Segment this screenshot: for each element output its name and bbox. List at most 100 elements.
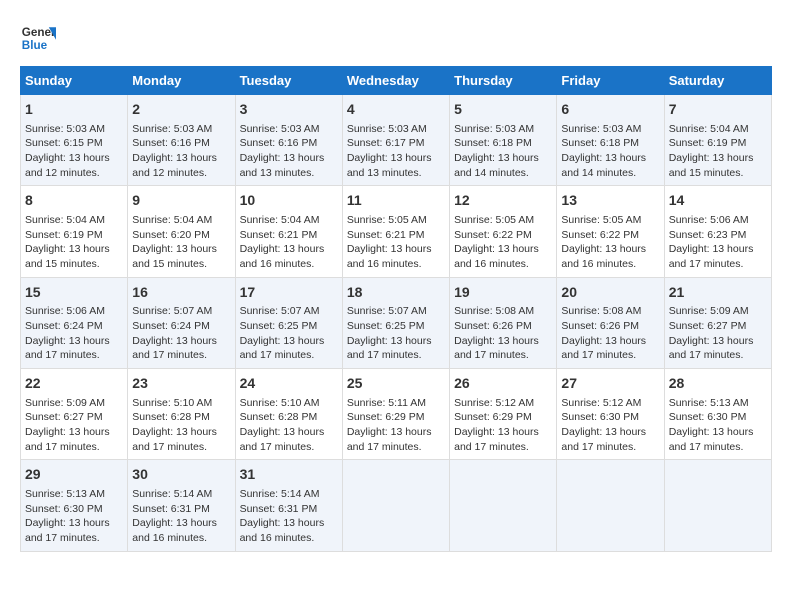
daylight-info: Daylight: 13 hours (347, 335, 432, 347)
sunrise-info: Sunrise: 5:04 AM (132, 214, 212, 226)
sunset-info: Sunset: 6:25 PM (240, 320, 318, 332)
day-number: 10 (240, 191, 338, 211)
calendar-cell: 9Sunrise: 5:04 AMSunset: 6:20 PMDaylight… (128, 186, 235, 277)
header-day-monday: Monday (128, 67, 235, 95)
daylight-info: Daylight: 13 hours (25, 335, 110, 347)
week-row-3: 15Sunrise: 5:06 AMSunset: 6:24 PMDayligh… (21, 277, 772, 368)
header-day-sunday: Sunday (21, 67, 128, 95)
sunset-info: Sunset: 6:19 PM (25, 229, 103, 241)
daylight-minutes: and 16 minutes. (561, 258, 636, 270)
sunrise-info: Sunrise: 5:14 AM (132, 488, 212, 500)
day-number: 18 (347, 283, 445, 303)
daylight-minutes: and 15 minutes. (132, 258, 207, 270)
sunrise-info: Sunrise: 5:09 AM (25, 397, 105, 409)
daylight-minutes: and 13 minutes. (347, 167, 422, 179)
calendar-cell: 11Sunrise: 5:05 AMSunset: 6:21 PMDayligh… (342, 186, 449, 277)
calendar-cell: 8Sunrise: 5:04 AMSunset: 6:19 PMDaylight… (21, 186, 128, 277)
daylight-minutes: and 17 minutes. (669, 258, 744, 270)
sunset-info: Sunset: 6:28 PM (240, 411, 318, 423)
week-row-5: 29Sunrise: 5:13 AMSunset: 6:30 PMDayligh… (21, 460, 772, 551)
header-day-wednesday: Wednesday (342, 67, 449, 95)
calendar-cell: 13Sunrise: 5:05 AMSunset: 6:22 PMDayligh… (557, 186, 664, 277)
sunrise-info: Sunrise: 5:13 AM (669, 397, 749, 409)
calendar-cell: 21Sunrise: 5:09 AMSunset: 6:27 PMDayligh… (664, 277, 771, 368)
sunset-info: Sunset: 6:31 PM (132, 503, 210, 515)
daylight-info: Daylight: 13 hours (240, 517, 325, 529)
calendar-cell: 4Sunrise: 5:03 AMSunset: 6:17 PMDaylight… (342, 95, 449, 186)
day-number: 5 (454, 100, 552, 120)
logo-icon: General Blue (20, 20, 56, 56)
daylight-info: Daylight: 13 hours (454, 335, 539, 347)
header-day-thursday: Thursday (450, 67, 557, 95)
sunset-info: Sunset: 6:30 PM (561, 411, 639, 423)
daylight-minutes: and 17 minutes. (669, 349, 744, 361)
day-number: 14 (669, 191, 767, 211)
sunrise-info: Sunrise: 5:04 AM (240, 214, 320, 226)
daylight-minutes: and 17 minutes. (454, 441, 529, 453)
sunrise-info: Sunrise: 5:04 AM (25, 214, 105, 226)
calendar-cell: 22Sunrise: 5:09 AMSunset: 6:27 PMDayligh… (21, 369, 128, 460)
daylight-minutes: and 16 minutes. (454, 258, 529, 270)
calendar-cell: 2Sunrise: 5:03 AMSunset: 6:16 PMDaylight… (128, 95, 235, 186)
calendar-cell: 23Sunrise: 5:10 AMSunset: 6:28 PMDayligh… (128, 369, 235, 460)
daylight-minutes: and 17 minutes. (561, 441, 636, 453)
daylight-info: Daylight: 13 hours (132, 517, 217, 529)
day-number: 16 (132, 283, 230, 303)
day-number: 3 (240, 100, 338, 120)
daylight-minutes: and 17 minutes. (347, 349, 422, 361)
day-number: 27 (561, 374, 659, 394)
day-number: 15 (25, 283, 123, 303)
sunset-info: Sunset: 6:26 PM (454, 320, 532, 332)
header-day-tuesday: Tuesday (235, 67, 342, 95)
day-number: 22 (25, 374, 123, 394)
calendar-cell: 19Sunrise: 5:08 AMSunset: 6:26 PMDayligh… (450, 277, 557, 368)
sunset-info: Sunset: 6:28 PM (132, 411, 210, 423)
sunrise-info: Sunrise: 5:03 AM (561, 123, 641, 135)
calendar-cell (342, 460, 449, 551)
day-number: 26 (454, 374, 552, 394)
calendar-cell: 16Sunrise: 5:07 AMSunset: 6:24 PMDayligh… (128, 277, 235, 368)
sunset-info: Sunset: 6:24 PM (25, 320, 103, 332)
sunrise-info: Sunrise: 5:07 AM (347, 305, 427, 317)
sunrise-info: Sunrise: 5:03 AM (25, 123, 105, 135)
daylight-info: Daylight: 13 hours (454, 426, 539, 438)
day-number: 23 (132, 374, 230, 394)
calendar-cell: 18Sunrise: 5:07 AMSunset: 6:25 PMDayligh… (342, 277, 449, 368)
daylight-minutes: and 17 minutes. (454, 349, 529, 361)
sunrise-info: Sunrise: 5:13 AM (25, 488, 105, 500)
daylight-minutes: and 14 minutes. (561, 167, 636, 179)
sunset-info: Sunset: 6:22 PM (561, 229, 639, 241)
sunset-info: Sunset: 6:18 PM (454, 137, 532, 149)
daylight-info: Daylight: 13 hours (561, 335, 646, 347)
day-number: 29 (25, 465, 123, 485)
day-number: 31 (240, 465, 338, 485)
calendar-cell: 29Sunrise: 5:13 AMSunset: 6:30 PMDayligh… (21, 460, 128, 551)
calendar-header: SundayMondayTuesdayWednesdayThursdayFrid… (21, 67, 772, 95)
sunrise-info: Sunrise: 5:06 AM (669, 214, 749, 226)
daylight-info: Daylight: 13 hours (561, 243, 646, 255)
day-number: 28 (669, 374, 767, 394)
daylight-info: Daylight: 13 hours (25, 243, 110, 255)
sunset-info: Sunset: 6:20 PM (132, 229, 210, 241)
daylight-minutes: and 16 minutes. (240, 532, 315, 544)
calendar-cell: 12Sunrise: 5:05 AMSunset: 6:22 PMDayligh… (450, 186, 557, 277)
daylight-info: Daylight: 13 hours (132, 152, 217, 164)
header: General Blue (20, 20, 772, 56)
sunrise-info: Sunrise: 5:05 AM (454, 214, 534, 226)
week-row-2: 8Sunrise: 5:04 AMSunset: 6:19 PMDaylight… (21, 186, 772, 277)
daylight-minutes: and 16 minutes. (240, 258, 315, 270)
svg-text:Blue: Blue (22, 39, 48, 52)
daylight-minutes: and 12 minutes. (132, 167, 207, 179)
header-row: SundayMondayTuesdayWednesdayThursdayFrid… (21, 67, 772, 95)
daylight-minutes: and 17 minutes. (25, 532, 100, 544)
daylight-minutes: and 17 minutes. (132, 441, 207, 453)
sunset-info: Sunset: 6:31 PM (240, 503, 318, 515)
sunrise-info: Sunrise: 5:03 AM (240, 123, 320, 135)
day-number: 7 (669, 100, 767, 120)
calendar-cell: 24Sunrise: 5:10 AMSunset: 6:28 PMDayligh… (235, 369, 342, 460)
calendar-cell: 15Sunrise: 5:06 AMSunset: 6:24 PMDayligh… (21, 277, 128, 368)
calendar-cell: 31Sunrise: 5:14 AMSunset: 6:31 PMDayligh… (235, 460, 342, 551)
sunset-info: Sunset: 6:21 PM (347, 229, 425, 241)
calendar-body: 1Sunrise: 5:03 AMSunset: 6:15 PMDaylight… (21, 95, 772, 552)
day-number: 17 (240, 283, 338, 303)
